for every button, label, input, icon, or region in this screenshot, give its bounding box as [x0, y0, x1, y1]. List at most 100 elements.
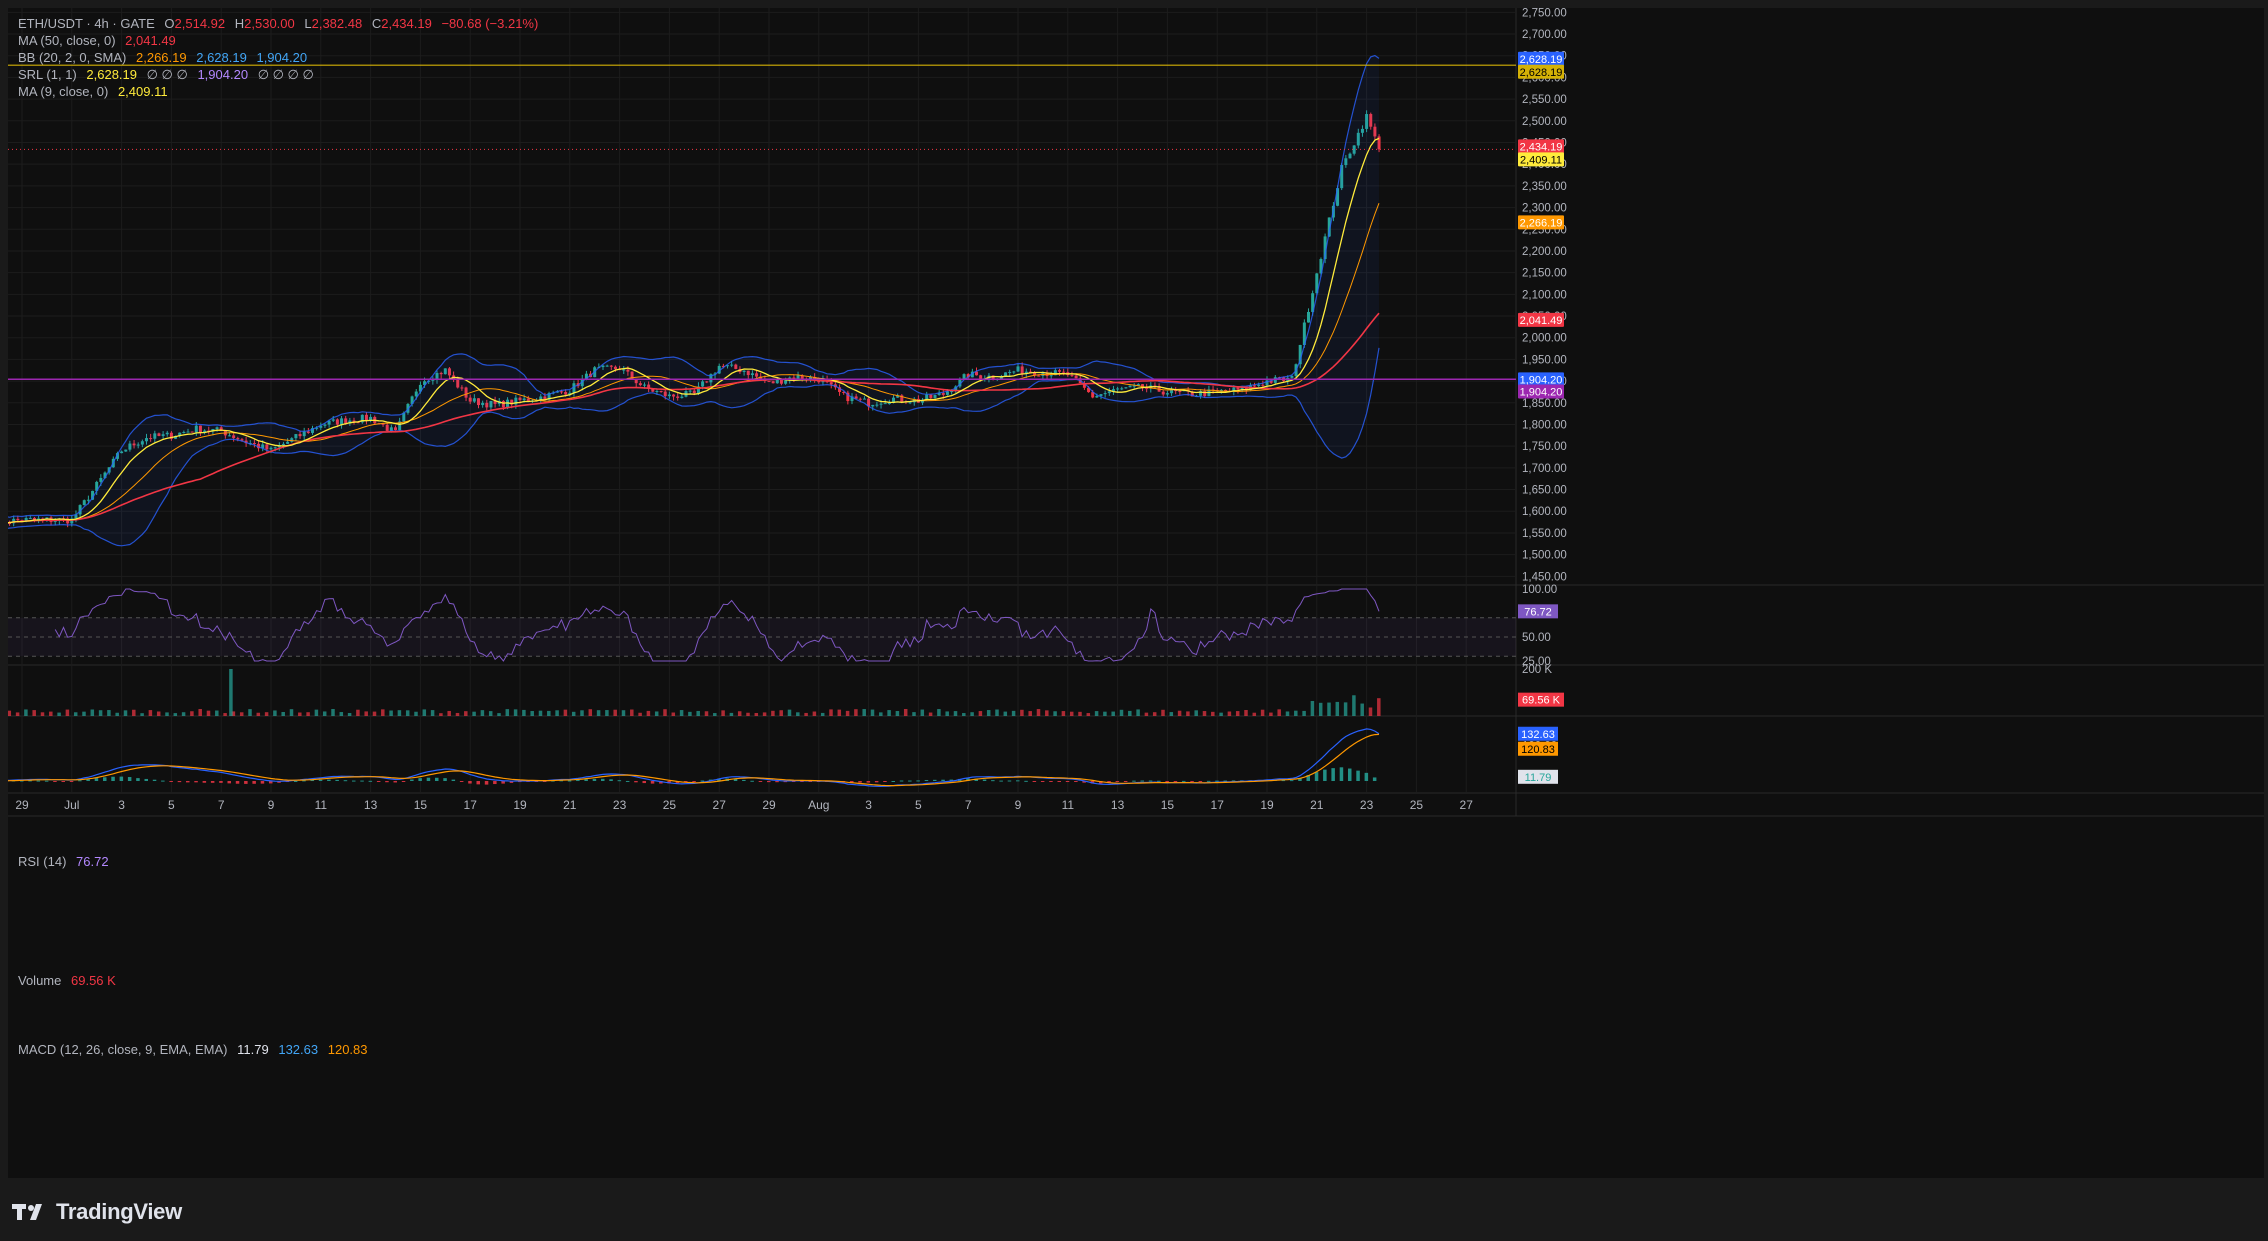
macd-hist-bar	[144, 778, 148, 781]
macd-hist-bar	[601, 778, 605, 781]
macd-hist-bar	[1339, 767, 1344, 781]
price-tick-label: 2,750.00	[1522, 8, 1567, 19]
o-value: 2,514.92	[174, 16, 226, 31]
volume-bar	[1194, 710, 1198, 716]
time-label-21: 21	[1310, 798, 1324, 812]
price-badge-label: 2,266.19	[1520, 217, 1563, 229]
volume-bar	[90, 709, 95, 716]
chart-canvas[interactable]: 29 Jul 3 5 7 9 11 13 15 17 19 21 23 25 27 29 Aug 3 5 7 9 11 13…	[8, 8, 2264, 1178]
volume-bar	[239, 712, 244, 716]
volume-bar	[1294, 710, 1298, 716]
volume-bar	[1285, 711, 1290, 716]
ma9-legend[interactable]: MA (9, close, 0) 2,409.11	[18, 84, 174, 100]
macd-hist-bar	[1372, 777, 1377, 781]
srl-resistance-value: 2,628.19	[86, 67, 137, 82]
volume-bar	[1078, 711, 1082, 716]
macd-hist-bar	[1198, 781, 1203, 782]
volume-bar	[1069, 711, 1074, 716]
bb-lower-value: 1,904.20	[256, 50, 308, 65]
time-label-27: 27	[713, 798, 727, 812]
macd-legend[interactable]: MACD (12, 26, close, 9, EMA, EMA) 11.79 …	[18, 1042, 374, 1058]
volume-bar	[40, 712, 45, 716]
macd-hist-bar	[401, 781, 406, 782]
volume-bar	[746, 712, 750, 716]
macd-hist-bar	[78, 780, 82, 782]
volume-bar	[1352, 695, 1356, 716]
volume-bar	[1053, 711, 1057, 716]
ma50-legend[interactable]: MA (50, close, 0) 2,041.49	[18, 33, 182, 49]
macd-hist-bar	[916, 780, 920, 782]
volume-bar	[306, 712, 310, 716]
srl-empty-1: ∅ ∅ ∅	[146, 67, 188, 82]
macd-hist-bar	[327, 779, 331, 781]
o-label: O	[164, 16, 175, 31]
volume-bar	[381, 709, 385, 716]
price-tick-label: 2,300.00	[1522, 203, 1567, 215]
volume-bar	[903, 708, 908, 716]
volume-bar	[995, 709, 999, 716]
tradingview-brand[interactable]: TradingView	[12, 1197, 182, 1227]
time-label-27: 27	[1460, 798, 1474, 812]
bb-legend[interactable]: BB (20, 2, 0, SMA) 2,266.19 2,628.19 1,9…	[18, 50, 313, 66]
price-tick-label: 1,750.00	[1522, 441, 1567, 453]
price-badge-label: 1,904.20	[1520, 387, 1563, 399]
macd-signal-line	[8, 733, 1380, 787]
volume-bar	[132, 709, 136, 716]
volume-bar	[829, 709, 833, 716]
macd-hist-bar	[410, 779, 414, 781]
volume-bar	[812, 711, 817, 716]
volume-legend[interactable]: Volume 69.56 K	[18, 973, 122, 989]
macd-hist-bar	[1049, 781, 1053, 782]
macd-hist-bar	[61, 781, 65, 782]
time-label-23: 23	[613, 798, 627, 812]
candles-group	[8, 110, 1381, 528]
time-label-13: 13	[1111, 798, 1125, 812]
symbol-label[interactable]: ETH/USDT · 4h · GATE	[18, 16, 155, 31]
bb-upper-line	[8, 54, 1380, 518]
volume-bar	[1310, 700, 1315, 716]
time-label-23: 23	[1360, 798, 1374, 812]
volume-bar	[663, 709, 667, 716]
volume-bar	[339, 712, 344, 716]
price-tick-label: 1,600.00	[1522, 506, 1567, 518]
volume-bar	[737, 711, 742, 716]
volume-bar	[1360, 703, 1364, 716]
macd-hist-bar	[1323, 769, 1327, 781]
macd-hist-bar	[775, 781, 779, 783]
macd-hist-bar	[1148, 780, 1153, 782]
candle-body	[82, 500, 86, 506]
volume-bar	[945, 711, 949, 716]
bb-fill	[8, 55, 1379, 546]
candle-body	[962, 374, 966, 379]
volume-bar	[1103, 711, 1107, 716]
macd-hist-bar	[1115, 781, 1120, 782]
macd-hist-bar	[742, 779, 746, 781]
volume-bar	[206, 710, 211, 716]
macd-hist-bar	[650, 781, 655, 784]
time-label-Aug: Aug	[808, 798, 829, 812]
bb-basis-value: 2,266.19	[136, 50, 187, 65]
rsi-legend[interactable]: RSI (14) 76.72	[18, 854, 115, 870]
volume-bar	[845, 710, 850, 716]
macd-hist-bar	[111, 776, 115, 781]
macd-hist-bar	[625, 780, 630, 782]
volume-bar	[704, 711, 709, 716]
volume-bar	[588, 709, 593, 716]
volume-bar	[364, 711, 368, 716]
srl-legend[interactable]: SRL (1, 1) 2,628.19 ∅ ∅ ∅ 1,904.20 ∅ ∅ ∅…	[18, 67, 320, 83]
volume-bar	[986, 710, 991, 716]
macd-hist-bar	[999, 780, 1003, 782]
volume-bar	[837, 709, 842, 716]
ma50-value: 2,041.49	[125, 33, 176, 48]
volume-bar	[928, 712, 933, 716]
volume-bar	[24, 709, 28, 716]
volume-bar	[156, 711, 161, 716]
macd-hist-bar	[368, 780, 373, 782]
macd-hist-bar	[1173, 781, 1178, 782]
time-label-15: 15	[414, 798, 428, 812]
time-label-9: 9	[1015, 798, 1022, 812]
volume-bar	[796, 712, 800, 716]
macd-hist-bar	[360, 780, 364, 782]
price-badge-label: 2,409.11	[1520, 154, 1562, 166]
macd-hist-bar	[941, 779, 945, 781]
